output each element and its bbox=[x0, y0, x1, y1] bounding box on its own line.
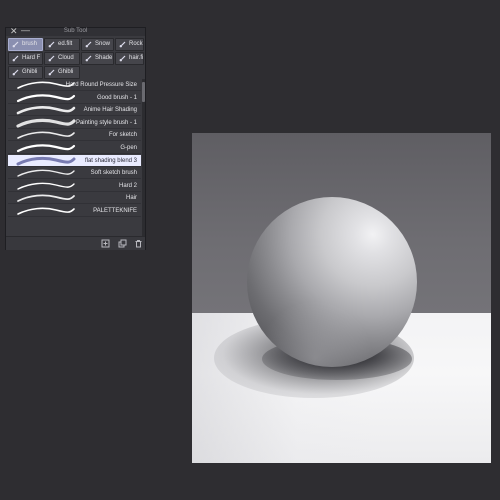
brush-icon bbox=[12, 55, 19, 62]
subtool-panel: ✕ — Sub Tool brush ed.filt Snow Rock Hard F C… bbox=[5, 25, 146, 250]
tab-label: brush bbox=[22, 41, 38, 47]
tab-label: hair.fi bbox=[129, 55, 144, 61]
brush-list: Hard Round Pressure Size Good brush - 1 An… bbox=[8, 79, 141, 259]
brush-stroke-preview bbox=[16, 144, 76, 153]
tab-8[interactable]: Ghibli bbox=[8, 66, 43, 79]
tab-3[interactable]: Rock bbox=[115, 38, 144, 51]
tab-5[interactable]: Cloud bbox=[44, 52, 80, 65]
brush-icon bbox=[85, 41, 92, 48]
brush-list-scrollbar[interactable] bbox=[142, 79, 145, 239]
brush-row[interactable]: Hard Round Pressure Size bbox=[8, 79, 141, 91]
tab-label: Ghibli bbox=[22, 69, 38, 75]
scrollbar-thumb[interactable] bbox=[142, 82, 145, 102]
brush-name: PALETTEKNIFE bbox=[93, 208, 137, 214]
create-copy-icon[interactable] bbox=[101, 239, 110, 248]
sphere-reflected-light bbox=[247, 197, 417, 367]
tab-label: Shade bbox=[95, 55, 113, 61]
brush-icon bbox=[12, 69, 19, 76]
brush-name: For sketch bbox=[108, 132, 137, 139]
panel-title: Sub Tool bbox=[63, 28, 88, 34]
tab-label: Snow bbox=[95, 41, 111, 47]
brush-name: Hair bbox=[125, 195, 137, 202]
brush-name: Hard 2 bbox=[118, 182, 137, 189]
brush-stroke-preview bbox=[16, 106, 76, 115]
brush-icon bbox=[85, 55, 92, 62]
brush-row[interactable]: PALETTEKNIFE bbox=[8, 205, 141, 217]
brush-stroke-preview bbox=[17, 182, 75, 190]
tab-0[interactable]: brush bbox=[8, 38, 43, 51]
brush-icon bbox=[119, 55, 126, 62]
brush-icon bbox=[48, 69, 55, 76]
brush-stroke-preview bbox=[16, 156, 76, 166]
tab-9[interactable]: Ghibli bbox=[44, 66, 80, 79]
brush-row[interactable]: Painting style brush - 1 bbox=[8, 117, 141, 129]
brush-icon bbox=[12, 41, 19, 48]
duplicate-icon[interactable] bbox=[118, 239, 127, 248]
drawing-canvas[interactable] bbox=[192, 133, 491, 463]
brush-row[interactable]: flat shading blend 3 bbox=[8, 154, 141, 167]
tab-label: Rock bbox=[129, 41, 143, 47]
panel-footer bbox=[6, 236, 145, 250]
brush-stroke-preview bbox=[17, 131, 75, 140]
tab-label: Ghibli bbox=[58, 69, 74, 75]
brush-stroke-preview bbox=[16, 93, 76, 102]
tab-label: ed.filt bbox=[58, 41, 73, 47]
brush-name: Hard Round Pressure Size bbox=[65, 82, 137, 88]
brush-row[interactable]: G-pen bbox=[8, 142, 141, 154]
tab-4[interactable]: Hard F bbox=[8, 52, 43, 65]
brush-icon bbox=[119, 41, 126, 48]
brush-row[interactable]: Anime Hair Shading bbox=[8, 104, 141, 117]
brush-row[interactable]: Soft sketch brush bbox=[8, 167, 141, 180]
brush-name: Good brush - 1 bbox=[96, 94, 137, 101]
brush-stroke-preview bbox=[17, 194, 75, 203]
brush-row[interactable]: Hard 2 bbox=[8, 180, 141, 192]
brush-row[interactable]: Good brush - 1 bbox=[8, 92, 141, 104]
brush-name: Soft sketch brush bbox=[90, 170, 137, 177]
brush-stroke-preview bbox=[17, 207, 75, 215]
brush-name: flat shading blend 3 bbox=[84, 157, 137, 164]
tab-6[interactable]: Shade bbox=[81, 52, 114, 65]
brush-row[interactable]: Hair bbox=[8, 192, 141, 205]
brush-name: G-pen bbox=[120, 145, 137, 151]
tab-1[interactable]: ed.filt bbox=[44, 38, 80, 51]
tab-7[interactable]: hair.fi bbox=[115, 52, 144, 65]
tab-2[interactable]: Snow bbox=[81, 38, 114, 51]
tab-label: Hard F bbox=[22, 55, 41, 61]
trash-icon[interactable] bbox=[134, 239, 143, 248]
brush-stroke-preview bbox=[17, 169, 75, 177]
brush-stroke-preview bbox=[16, 118, 76, 128]
brush-name: Painting style brush - 1 bbox=[75, 119, 137, 126]
brush-row[interactable]: For sketch bbox=[8, 129, 141, 142]
brush-name: Anime Hair Shading bbox=[83, 107, 137, 114]
brush-icon bbox=[48, 41, 55, 48]
tab-label: Cloud bbox=[58, 55, 74, 61]
brush-icon bbox=[48, 55, 55, 62]
panel-titlebar: ✕ — Sub Tool bbox=[6, 25, 145, 36]
